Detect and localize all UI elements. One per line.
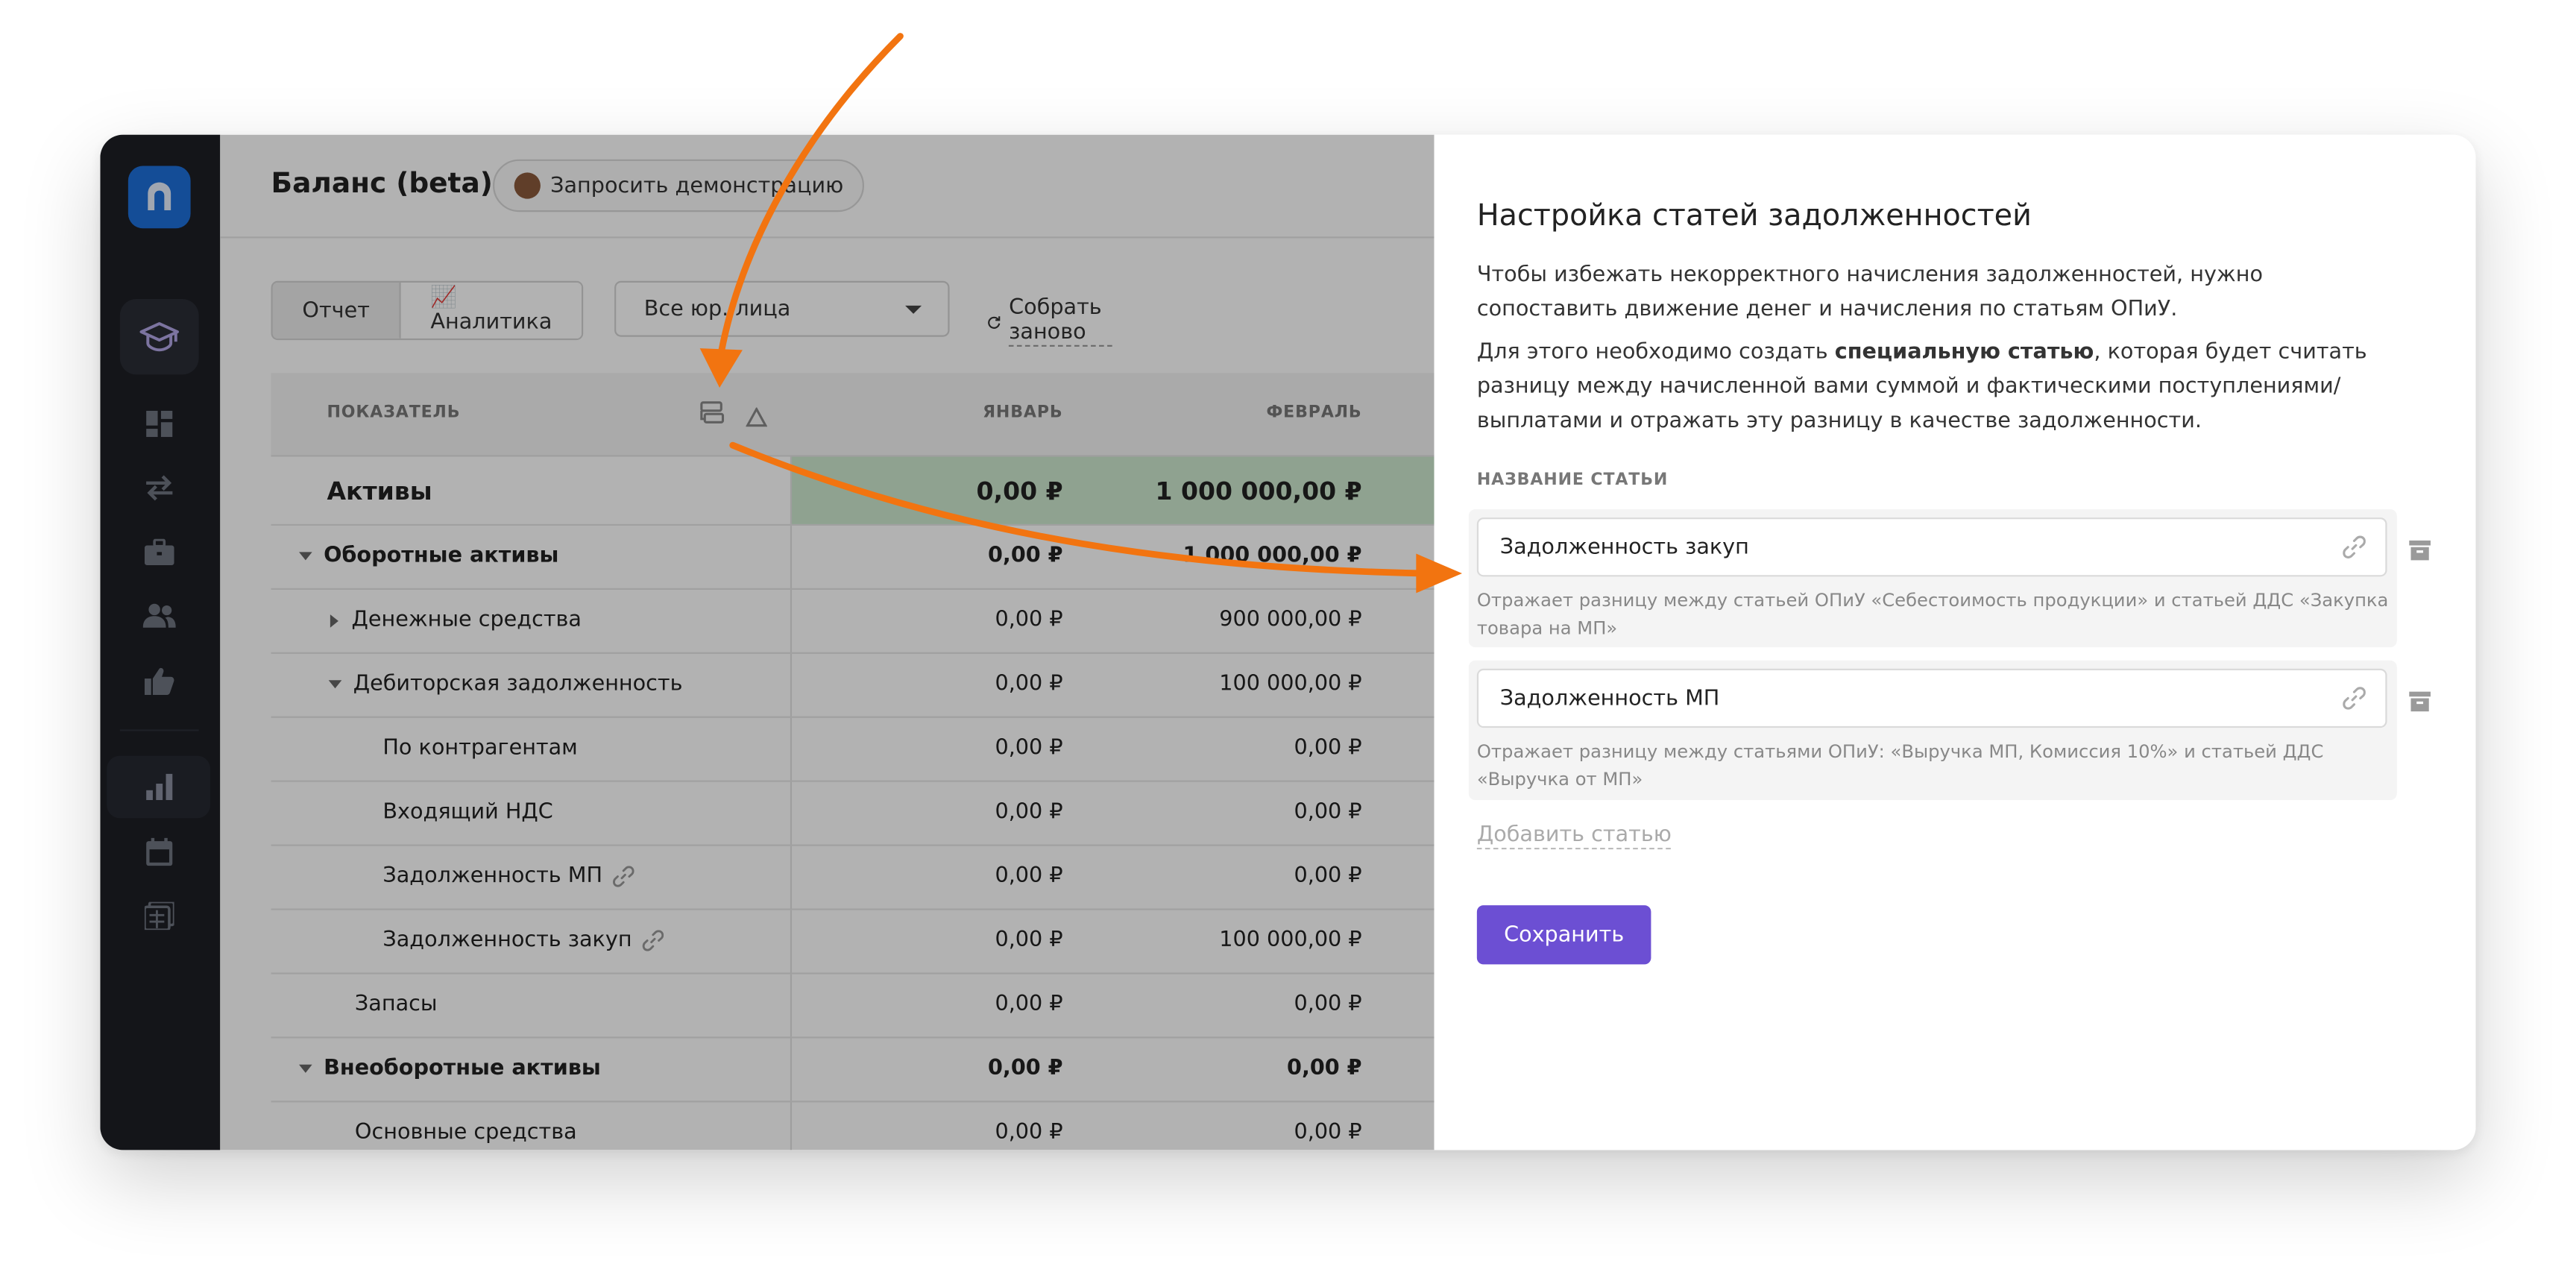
item-hint: Отражает разницу между статьями ОПиУ: «В…	[1476, 740, 2324, 790]
link-icon[interactable]	[2343, 687, 2366, 717]
panel-title: Настройка статей задолженностей	[1476, 198, 2032, 233]
item-name-input[interactable]: Задолженность закуп	[1476, 517, 2387, 577]
panel-description: Чтобы избежать некорректного начисления …	[1476, 262, 2263, 322]
trash-icon[interactable]	[2408, 538, 2431, 569]
add-item-link[interactable]: Добавить статью	[1476, 823, 1672, 850]
link-icon[interactable]	[2343, 535, 2366, 565]
item-name-value: Задолженность закуп	[1499, 535, 1749, 560]
field-label: НАЗВАНИЕ СТАТЬИ	[1476, 471, 1669, 490]
item-hint: Отражает разницу между статьей ОПиУ «Себ…	[1476, 590, 2389, 640]
debt-item-card: Задолженность закуп Отражает разницу меж…	[1468, 509, 2397, 648]
item-name-value: Задолженность МП	[1499, 685, 1720, 711]
save-button[interactable]: Сохранить	[1476, 905, 1651, 965]
settings-panel: Настройка статей задолженностей Чтобы из…	[1434, 134, 2476, 1150]
item-name-input[interactable]: Задолженность МП	[1476, 668, 2387, 728]
app-window: Баланс (beta) Запросить демонстрацию Отч…	[100, 134, 2476, 1150]
trash-icon[interactable]	[2408, 688, 2431, 720]
modal-overlay[interactable]	[100, 134, 1435, 1150]
debt-item-card: Задолженность МП Отражает разницу между …	[1468, 660, 2397, 801]
panel-description-2: Для этого необходимо создать специальную…	[1476, 340, 2367, 434]
